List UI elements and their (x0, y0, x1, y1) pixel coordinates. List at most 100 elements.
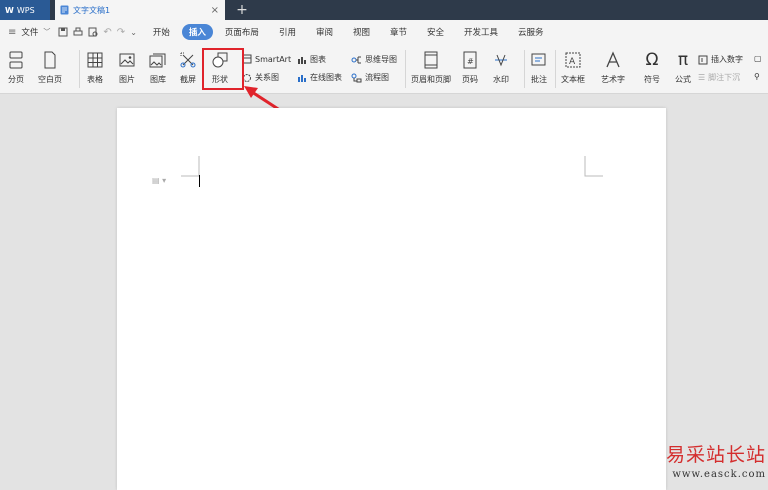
mindmap-button[interactable]: 思维导图 (351, 54, 397, 65)
gallery-icon (148, 50, 168, 70)
save-icon[interactable] (58, 27, 68, 37)
mindmap-label: 思维导图 (365, 55, 397, 64)
close-tab-icon[interactable]: × (211, 5, 219, 16)
wordart-label: 艺术字 (601, 75, 625, 84)
menu-view[interactable]: 视图 (345, 24, 378, 40)
flowchart-icon (351, 73, 362, 83)
menu-chapter[interactable]: 章节 (382, 24, 415, 40)
flowchart-button[interactable]: 流程图 (351, 72, 389, 83)
divider (555, 50, 556, 88)
header-footer-button[interactable]: 页眉和页脚 (411, 44, 451, 85)
new-tab-button[interactable]: + (232, 0, 252, 20)
header-footer-label: 页眉和页脚 (411, 75, 451, 84)
textbox-icon: A (563, 50, 583, 70)
quick-access-toolbar: ↶ ↷ ⌄ (54, 27, 144, 38)
picture-label: 图片 (119, 75, 135, 84)
table-button[interactable]: 表格 (85, 44, 105, 85)
app-tab-label: WPS (16, 5, 35, 15)
page-break-icon (6, 50, 26, 70)
menu-developer[interactable]: 开发工具 (456, 24, 506, 40)
app-tab[interactable]: W WPS (0, 0, 50, 20)
formula-button[interactable]: π 公式 (673, 44, 693, 85)
screenshot-label: 截屏 (180, 75, 196, 84)
file-menu[interactable]: ≡ 文件 ﹀ (0, 26, 54, 39)
comment-label: 批注 (531, 75, 547, 84)
bar-chart-icon (297, 55, 307, 65)
comment-button[interactable]: 批注 (529, 44, 549, 85)
watermark-url: www.easck.com (672, 469, 766, 480)
chevron-down-icon: ﹀ (43, 28, 51, 36)
insert-number-button[interactable]: 插入数字 (698, 54, 743, 65)
number-icon (698, 55, 708, 65)
undo-icon[interactable]: ↶ (103, 27, 111, 38)
blank-page-label: 空白页 (38, 75, 62, 84)
omega-icon: Ω (645, 50, 659, 70)
table-icon (85, 50, 105, 70)
symbol-button[interactable]: Ω 符号 (642, 44, 662, 85)
wps-logo-icon: W (5, 5, 14, 15)
menu-insert[interactable]: 插入 (181, 24, 213, 40)
blank-page-button[interactable]: 空白页 (38, 44, 62, 85)
scissors-icon (178, 50, 198, 70)
top-left-margin-mark (181, 156, 200, 177)
redo-icon[interactable]: ↷ (117, 27, 125, 38)
divider (524, 50, 525, 88)
watermark-label: 水印 (493, 75, 509, 84)
document-icon (60, 5, 69, 15)
online-chart-label: 在线图表 (310, 73, 342, 82)
title-bar: W WPS 文字文稿1 × + (0, 0, 768, 20)
print-icon[interactable] (73, 27, 83, 37)
paragraph-options-icon[interactable]: ▤ ▾ (152, 176, 166, 185)
screenshot-button[interactable]: 截屏 (178, 44, 198, 85)
flowchart-label: 流程图 (365, 73, 389, 82)
menu-review[interactable]: 审阅 (308, 24, 341, 40)
ribbon-toolbar: 分页 空白页 表格 图片 图库 截屏 形状 SmartArt 关系图 图表 在线… (0, 44, 768, 94)
document-tab-label: 文字文稿1 (73, 5, 111, 15)
watermark-title: 易采站长站 (665, 444, 766, 466)
insert-number-label: 插入数字 (711, 55, 743, 64)
textbox-label: 文本框 (561, 75, 585, 84)
menu-page-layout[interactable]: 页面布局 (217, 24, 267, 40)
hamburger-icon: ≡ (8, 26, 17, 38)
chart-button[interactable]: 图表 (297, 54, 326, 65)
page-break-button[interactable]: 分页 (6, 44, 26, 85)
menu-bar: ≡ 文件 ﹀ ↶ ↷ ⌄ 开始 插入 页面布局 引用 审阅 视图 章节 安全 开… (0, 20, 768, 44)
chart-label: 图表 (310, 55, 326, 64)
page-break-label: 分页 (8, 75, 24, 84)
text-cursor (199, 175, 200, 187)
smartart-label: SmartArt (255, 54, 292, 64)
online-chart-button[interactable]: 在线图表 (297, 72, 342, 83)
attachment-icon[interactable]: ⚲ (754, 72, 760, 81)
page-number-icon: # (460, 50, 480, 70)
page-number-label: 页码 (462, 75, 478, 84)
watermark-button[interactable]: 水印 (491, 44, 511, 85)
pi-icon: π (677, 50, 689, 70)
svg-text:#: # (467, 57, 474, 66)
footnote-button[interactable]: ☰ 脚注下沉 (698, 72, 740, 83)
picture-button[interactable]: 图片 (117, 44, 137, 85)
menu-home[interactable]: 开始 (145, 24, 178, 40)
customize-icon[interactable]: ⌄ (130, 28, 137, 37)
blank-page-icon (40, 50, 60, 70)
online-chart-icon (297, 73, 307, 83)
menu-security[interactable]: 安全 (419, 24, 452, 40)
wordart-button[interactable]: 艺术字 (601, 44, 625, 85)
divider (405, 50, 406, 88)
watermark-icon (491, 50, 511, 70)
menu-cloud[interactable]: 云服务 (510, 24, 552, 40)
footnote-label: 脚注下沉 (708, 73, 741, 82)
file-menu-label: 文件 (21, 28, 39, 38)
more-tool-icon[interactable]: ▢ (754, 54, 762, 63)
footnote-icon: ☰ (698, 73, 706, 82)
print-preview-icon[interactable] (88, 27, 98, 37)
symbol-label: 符号 (644, 75, 660, 84)
svg-text:A: A (569, 57, 576, 67)
smartart-button[interactable]: SmartArt (242, 54, 291, 64)
document-tab[interactable]: 文字文稿1 × (55, 0, 225, 20)
site-watermark: 易采站长站 www.easck.com (666, 440, 766, 480)
document-page[interactable]: ▤ ▾ (117, 108, 666, 490)
page-number-button[interactable]: # 页码 (460, 44, 480, 85)
menu-references[interactable]: 引用 (271, 24, 304, 40)
textbox-button[interactable]: A 文本框 (561, 44, 585, 85)
gallery-button[interactable]: 图库 (148, 44, 168, 85)
